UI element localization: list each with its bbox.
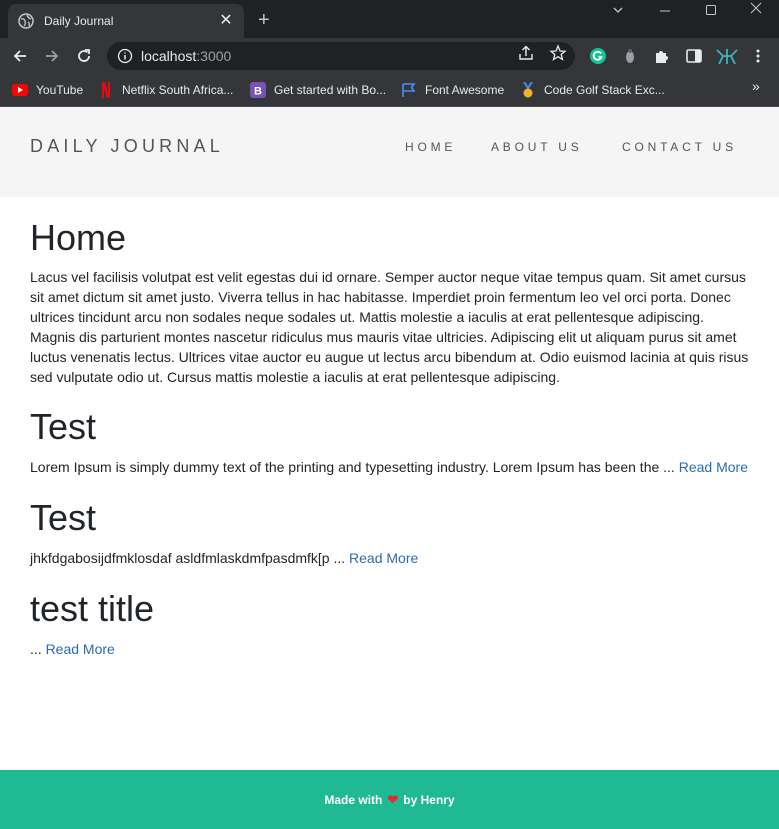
- heart-icon: ❤: [387, 791, 399, 807]
- home-body: Lacus vel facilisis volutpat est velit e…: [30, 269, 749, 385]
- post-excerpt-text: ...: [30, 641, 42, 657]
- bookmark-label: Netflix South Africa...: [122, 83, 234, 97]
- bookmarks-bar: YouTube Netflix South Africa... B Get st…: [0, 74, 779, 107]
- profile-avatar-icon[interactable]: [715, 47, 739, 65]
- bookmark-netflix[interactable]: Netflix South Africa...: [98, 80, 233, 100]
- bookmarks-more-icon[interactable]: »: [752, 78, 760, 94]
- post-title: test title: [30, 588, 155, 629]
- site-brand[interactable]: DAILY JOURNAL: [30, 136, 224, 157]
- post-excerpt: ... Read More: [30, 639, 750, 659]
- side-panel-icon[interactable]: [685, 47, 703, 65]
- grammarly-icon[interactable]: [589, 47, 607, 65]
- post-title: Test: [30, 497, 97, 538]
- read-more-link[interactable]: Read More: [679, 459, 748, 475]
- menu-dots-icon[interactable]: [755, 47, 765, 65]
- footer-suffix: by Henry: [403, 792, 455, 807]
- nav-contact-us[interactable]: CONTACT US: [622, 140, 737, 154]
- maximize-icon[interactable]: [705, 4, 717, 19]
- medal-icon: [520, 82, 536, 98]
- post-title: Test: [30, 406, 97, 447]
- netflix-icon: [98, 82, 114, 98]
- nav-about-us[interactable]: ABOUT US: [491, 140, 583, 154]
- read-more-link[interactable]: Read More: [46, 641, 115, 657]
- bookmark-label: Font Awesome: [425, 83, 505, 97]
- nav-home[interactable]: HOME: [405, 140, 456, 154]
- bookmark-star-icon[interactable]: [549, 44, 567, 67]
- bookmark-code-golf[interactable]: Code Golf Stack Exc...: [520, 80, 665, 100]
- tab-search-icon[interactable]: [612, 4, 624, 19]
- post-excerpt-text: jhkfdgabosijdfmklosdaf asldfmlaskdmfpasd…: [30, 550, 346, 566]
- reload-icon[interactable]: [73, 45, 95, 67]
- page-title: Home: [30, 217, 127, 258]
- forward-icon[interactable]: [41, 45, 63, 67]
- bookmark-youtube[interactable]: YouTube: [12, 80, 83, 100]
- main-content: Home Lacus vel facilisis volutpat est ve…: [30, 197, 750, 659]
- tab-close-icon[interactable]: ✕: [218, 13, 234, 29]
- share-icon[interactable]: [517, 44, 535, 67]
- close-window-icon[interactable]: [750, 1, 762, 17]
- browser-tab-bar: Daily Journal ✕ +: [0, 0, 779, 38]
- read-more-link[interactable]: Read More: [349, 550, 418, 566]
- site-footer: Made with ❤ by Henry: [0, 770, 779, 829]
- post-excerpt-text: Lorem Ipsum is simply dummy text of the …: [30, 459, 675, 475]
- new-tab-button[interactable]: +: [258, 9, 270, 31]
- footer-prefix: Made with: [324, 792, 383, 807]
- browser-toolbar: localhost:3000: [0, 38, 779, 74]
- info-icon[interactable]: [117, 48, 133, 64]
- globe-icon: [18, 13, 34, 29]
- extension-icon[interactable]: [621, 47, 639, 65]
- bookmark-label: Get started with Bo...: [274, 83, 387, 97]
- back-icon[interactable]: [9, 45, 31, 67]
- site-header: DAILY JOURNAL HOME ABOUT US CONTACT US: [0, 107, 779, 197]
- browser-tab[interactable]: Daily Journal ✕: [8, 4, 244, 38]
- puzzle-icon[interactable]: [653, 47, 671, 65]
- address-bar[interactable]: localhost:3000: [107, 42, 575, 70]
- bookmark-font-awesome[interactable]: Font Awesome: [401, 80, 504, 100]
- svg-text:B: B: [254, 86, 262, 98]
- post-excerpt: jhkfdgabosijdfmklosdaf asldfmlaskdmfpasd…: [30, 548, 750, 568]
- url-host: localhost: [141, 48, 197, 64]
- flag-icon: [401, 82, 417, 98]
- bookmark-label: YouTube: [36, 83, 84, 97]
- minimize-icon[interactable]: [659, 0, 671, 16]
- post-excerpt: Lorem Ipsum is simply dummy text of the …: [30, 457, 750, 477]
- tab-title: Daily Journal: [44, 14, 114, 28]
- bookmark-bootstrap[interactable]: B Get started with Bo...: [250, 80, 386, 100]
- bookmark-label: Code Golf Stack Exc...: [544, 83, 665, 97]
- url-port: :3000: [196, 48, 232, 64]
- youtube-icon: [12, 82, 28, 98]
- bootstrap-icon: B: [250, 82, 266, 98]
